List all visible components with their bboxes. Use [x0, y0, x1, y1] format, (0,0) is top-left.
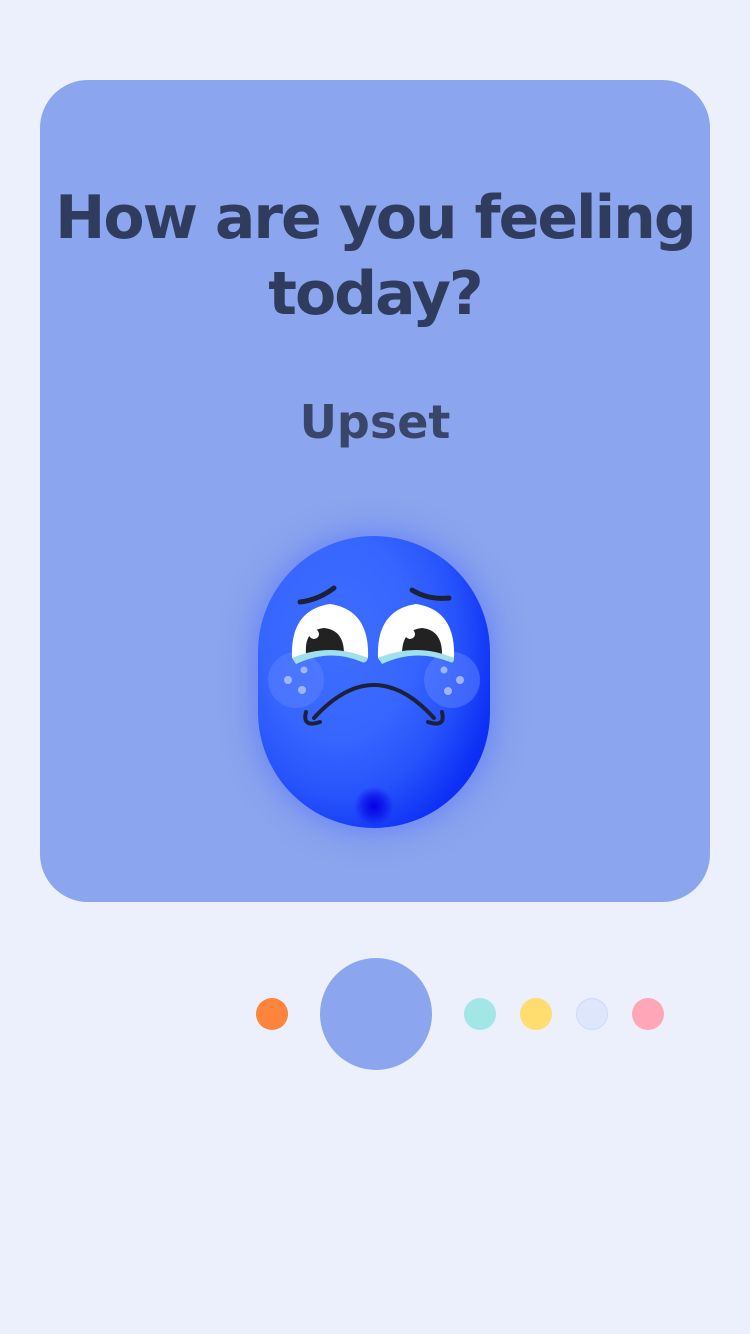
mood-label: Upset [299, 395, 451, 449]
mood-dot-blue-selected[interactable] [320, 958, 432, 1070]
face-features [268, 585, 480, 726]
mood-dot-teal[interactable] [464, 998, 496, 1030]
mood-dot-pink[interactable] [632, 998, 664, 1030]
upset-face-icon[interactable] [258, 536, 490, 828]
mood-card: How are you feeling today? Upset [40, 80, 710, 902]
mood-dot-lightblue[interactable] [576, 998, 608, 1030]
right-eye-icon [377, 604, 455, 664]
mood-selector [0, 958, 750, 1070]
page-title: How are you feeling today? [55, 183, 697, 329]
mood-dot-orange[interactable] [256, 998, 288, 1030]
mood-dot-yellow[interactable] [520, 998, 552, 1030]
left-eye-icon [291, 604, 369, 664]
